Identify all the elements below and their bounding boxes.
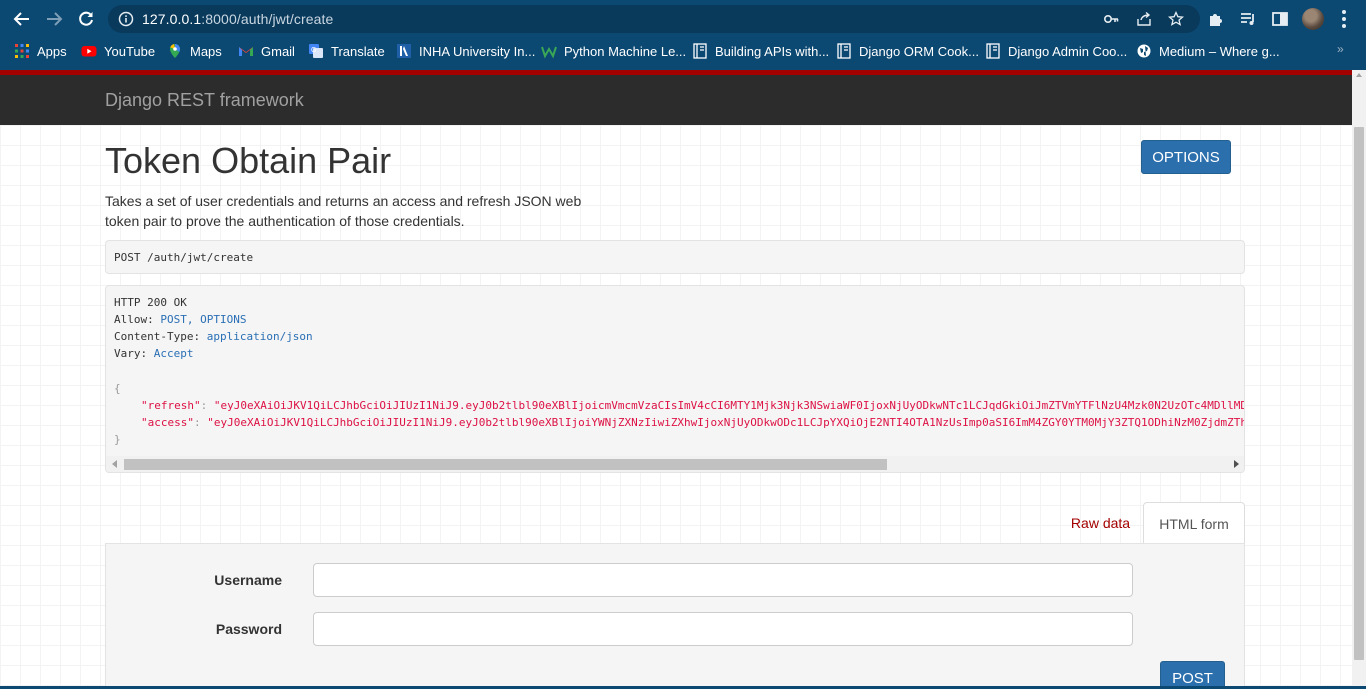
scroll-up-arrow-icon[interactable] xyxy=(1356,73,1362,77)
horizontal-scroll-thumb[interactable] xyxy=(124,459,887,470)
tab-raw-data[interactable]: Raw data xyxy=(1058,502,1143,544)
json-close-brace: } xyxy=(114,433,121,446)
extensions-puzzle-icon[interactable] xyxy=(1207,10,1225,28)
bookmark-django-orm[interactable]: Django ORM Cook... xyxy=(836,42,979,60)
bookmark-apps[interactable]: Apps xyxy=(14,42,67,60)
back-button[interactable] xyxy=(9,7,35,31)
json-open-brace: { xyxy=(114,382,121,395)
response-status: HTTP 200 OK xyxy=(114,296,187,309)
bookmark-django-admin[interactable]: Django Admin Coo... xyxy=(985,42,1127,60)
refresh-token-value: "eyJ0eXAiOiJKV1QiLCJhbGciOiJIUzI1NiJ9.ey… xyxy=(213,399,1245,412)
vertical-scroll-thumb[interactable] xyxy=(1354,127,1364,660)
key-icon[interactable] xyxy=(1103,11,1119,27)
browser-chrome: 127.0.0.1:8000/auth/jwt/create Apps YouT… xyxy=(0,0,1366,70)
header-key: Allow: xyxy=(114,313,154,326)
arrow-right-icon xyxy=(47,12,63,26)
maps-pin-icon xyxy=(170,44,180,58)
header-value: POST, OPTIONS xyxy=(160,313,247,326)
password-input[interactable] xyxy=(313,612,1133,646)
reload-icon xyxy=(79,11,93,26)
bookmark-label: Django ORM Cook... xyxy=(859,43,979,59)
bookmarks-overflow-icon[interactable]: » xyxy=(1337,42,1344,56)
response-header-content-type: Content-Type: application/json xyxy=(114,330,313,343)
request-path: /auth/jwt/create xyxy=(140,251,254,264)
globe-icon xyxy=(1137,44,1151,58)
bookmark-translate[interactable]: G Translate xyxy=(308,42,385,60)
header-key: Content-Type: xyxy=(114,330,201,343)
browser-toolbar: 127.0.0.1:8000/auth/jwt/create xyxy=(0,0,1366,38)
scroll-right-arrow-icon[interactable] xyxy=(1234,460,1239,468)
forward-button[interactable] xyxy=(41,7,67,31)
bookmark-youtube[interactable]: YouTube xyxy=(81,42,155,60)
username-input[interactable] xyxy=(313,563,1133,597)
bookmark-inha[interactable]: INHA University In... xyxy=(396,42,535,60)
endpoint-description: Takes a set of user credentials and retu… xyxy=(105,193,582,229)
json-key: "refresh" xyxy=(141,399,201,412)
bookmark-label: INHA University In... xyxy=(419,43,536,59)
info-icon[interactable] xyxy=(118,11,134,27)
response-header-vary: Vary: Accept xyxy=(114,347,194,360)
bookmarks-bar: Apps YouTube Maps Gmail G Translate INHA… xyxy=(0,38,1366,64)
access-token-value: "eyJ0eXAiOiJKV1QiLCJhbGciOiJIUzI1NiJ9.ey… xyxy=(207,416,1245,429)
post-submit-button[interactable]: POST xyxy=(1160,661,1225,689)
bookmark-python-ml[interactable]: Python Machine Le... xyxy=(541,42,686,60)
request-info: POST /auth/jwt/create xyxy=(105,240,1245,274)
scroll-left-arrow-icon[interactable] xyxy=(112,460,117,468)
response-info: HTTP 200 OK Allow: POST, OPTIONS Content… xyxy=(105,285,1245,473)
tab-html-form[interactable]: HTML form xyxy=(1143,502,1245,544)
bookmark-label: Building APIs with... xyxy=(715,43,830,59)
apps-grid-icon xyxy=(15,44,29,58)
side-panel-icon[interactable] xyxy=(1271,10,1289,28)
bookmark-label: Python Machine Le... xyxy=(564,43,687,59)
navbar-brand[interactable]: Django REST framework xyxy=(105,90,304,111)
inha-logo-icon xyxy=(397,44,411,58)
profile-avatar[interactable] xyxy=(1302,8,1324,30)
book-icon xyxy=(693,43,707,59)
header-value: application/json xyxy=(206,330,313,343)
json-key: "access" xyxy=(141,416,194,429)
share-icon[interactable] xyxy=(1136,11,1152,27)
bookmark-label: Gmail xyxy=(261,43,295,59)
star-icon[interactable] xyxy=(1168,11,1184,27)
book-icon xyxy=(837,43,851,59)
header-value: Accept xyxy=(153,347,194,360)
bookmark-medium[interactable]: Medium – Where g... xyxy=(1136,42,1280,60)
gmail-icon xyxy=(239,47,253,56)
url-text: 127.0.0.1:8000/auth/jwt/create xyxy=(142,11,333,27)
request-line: POST /auth/jwt/create xyxy=(114,251,253,264)
username-label: Username xyxy=(214,572,282,588)
w-logo-icon xyxy=(541,46,557,59)
navbar: Django REST framework xyxy=(0,75,1352,125)
json-refresh-line: "refresh": "eyJ0eXAiOiJKV1QiLCJhbGciOiJI… xyxy=(141,399,1245,412)
browser-menu-icon[interactable] xyxy=(1342,10,1346,28)
horizontal-scrollbar[interactable] xyxy=(106,456,1244,472)
reload-button[interactable] xyxy=(73,7,99,31)
header-key: Vary: xyxy=(114,347,148,360)
bookmark-label: Medium – Where g... xyxy=(1159,43,1280,59)
bookmark-label: YouTube xyxy=(104,43,156,59)
bookmark-label: Maps xyxy=(190,43,222,59)
bookmark-label: Apps xyxy=(37,43,67,59)
bookmark-maps[interactable]: Maps xyxy=(167,42,222,60)
request-method: POST xyxy=(114,251,141,264)
media-playlist-icon[interactable] xyxy=(1239,10,1257,28)
page-vertical-scrollbar[interactable] xyxy=(1352,70,1366,689)
translate-icon: G xyxy=(309,44,323,58)
address-bar[interactable]: 127.0.0.1:8000/auth/jwt/create xyxy=(108,5,1200,33)
book-icon xyxy=(986,43,1000,59)
bookmark-label: Django Admin Coo... xyxy=(1008,43,1128,59)
password-label: Password xyxy=(215,621,282,637)
arrow-left-icon xyxy=(13,12,29,26)
page-title: Token Obtain Pair xyxy=(105,140,392,181)
url-path: :8000/auth/jwt/create xyxy=(201,11,334,27)
url-host: 127.0.0.1 xyxy=(142,11,202,27)
json-access-line: "access": "eyJ0eXAiOiJKV1QiLCJhbGciOiJIU… xyxy=(141,416,1245,429)
youtube-icon xyxy=(81,46,97,57)
bookmark-label: Translate xyxy=(331,43,385,59)
bookmark-gmail[interactable]: Gmail xyxy=(238,42,295,60)
options-button[interactable]: OPTIONS xyxy=(1141,140,1231,174)
response-header-allow: Allow: POST, OPTIONS xyxy=(114,313,246,326)
svg-text:G: G xyxy=(311,47,316,54)
bookmark-building-apis[interactable]: Building APIs with... xyxy=(692,42,829,60)
